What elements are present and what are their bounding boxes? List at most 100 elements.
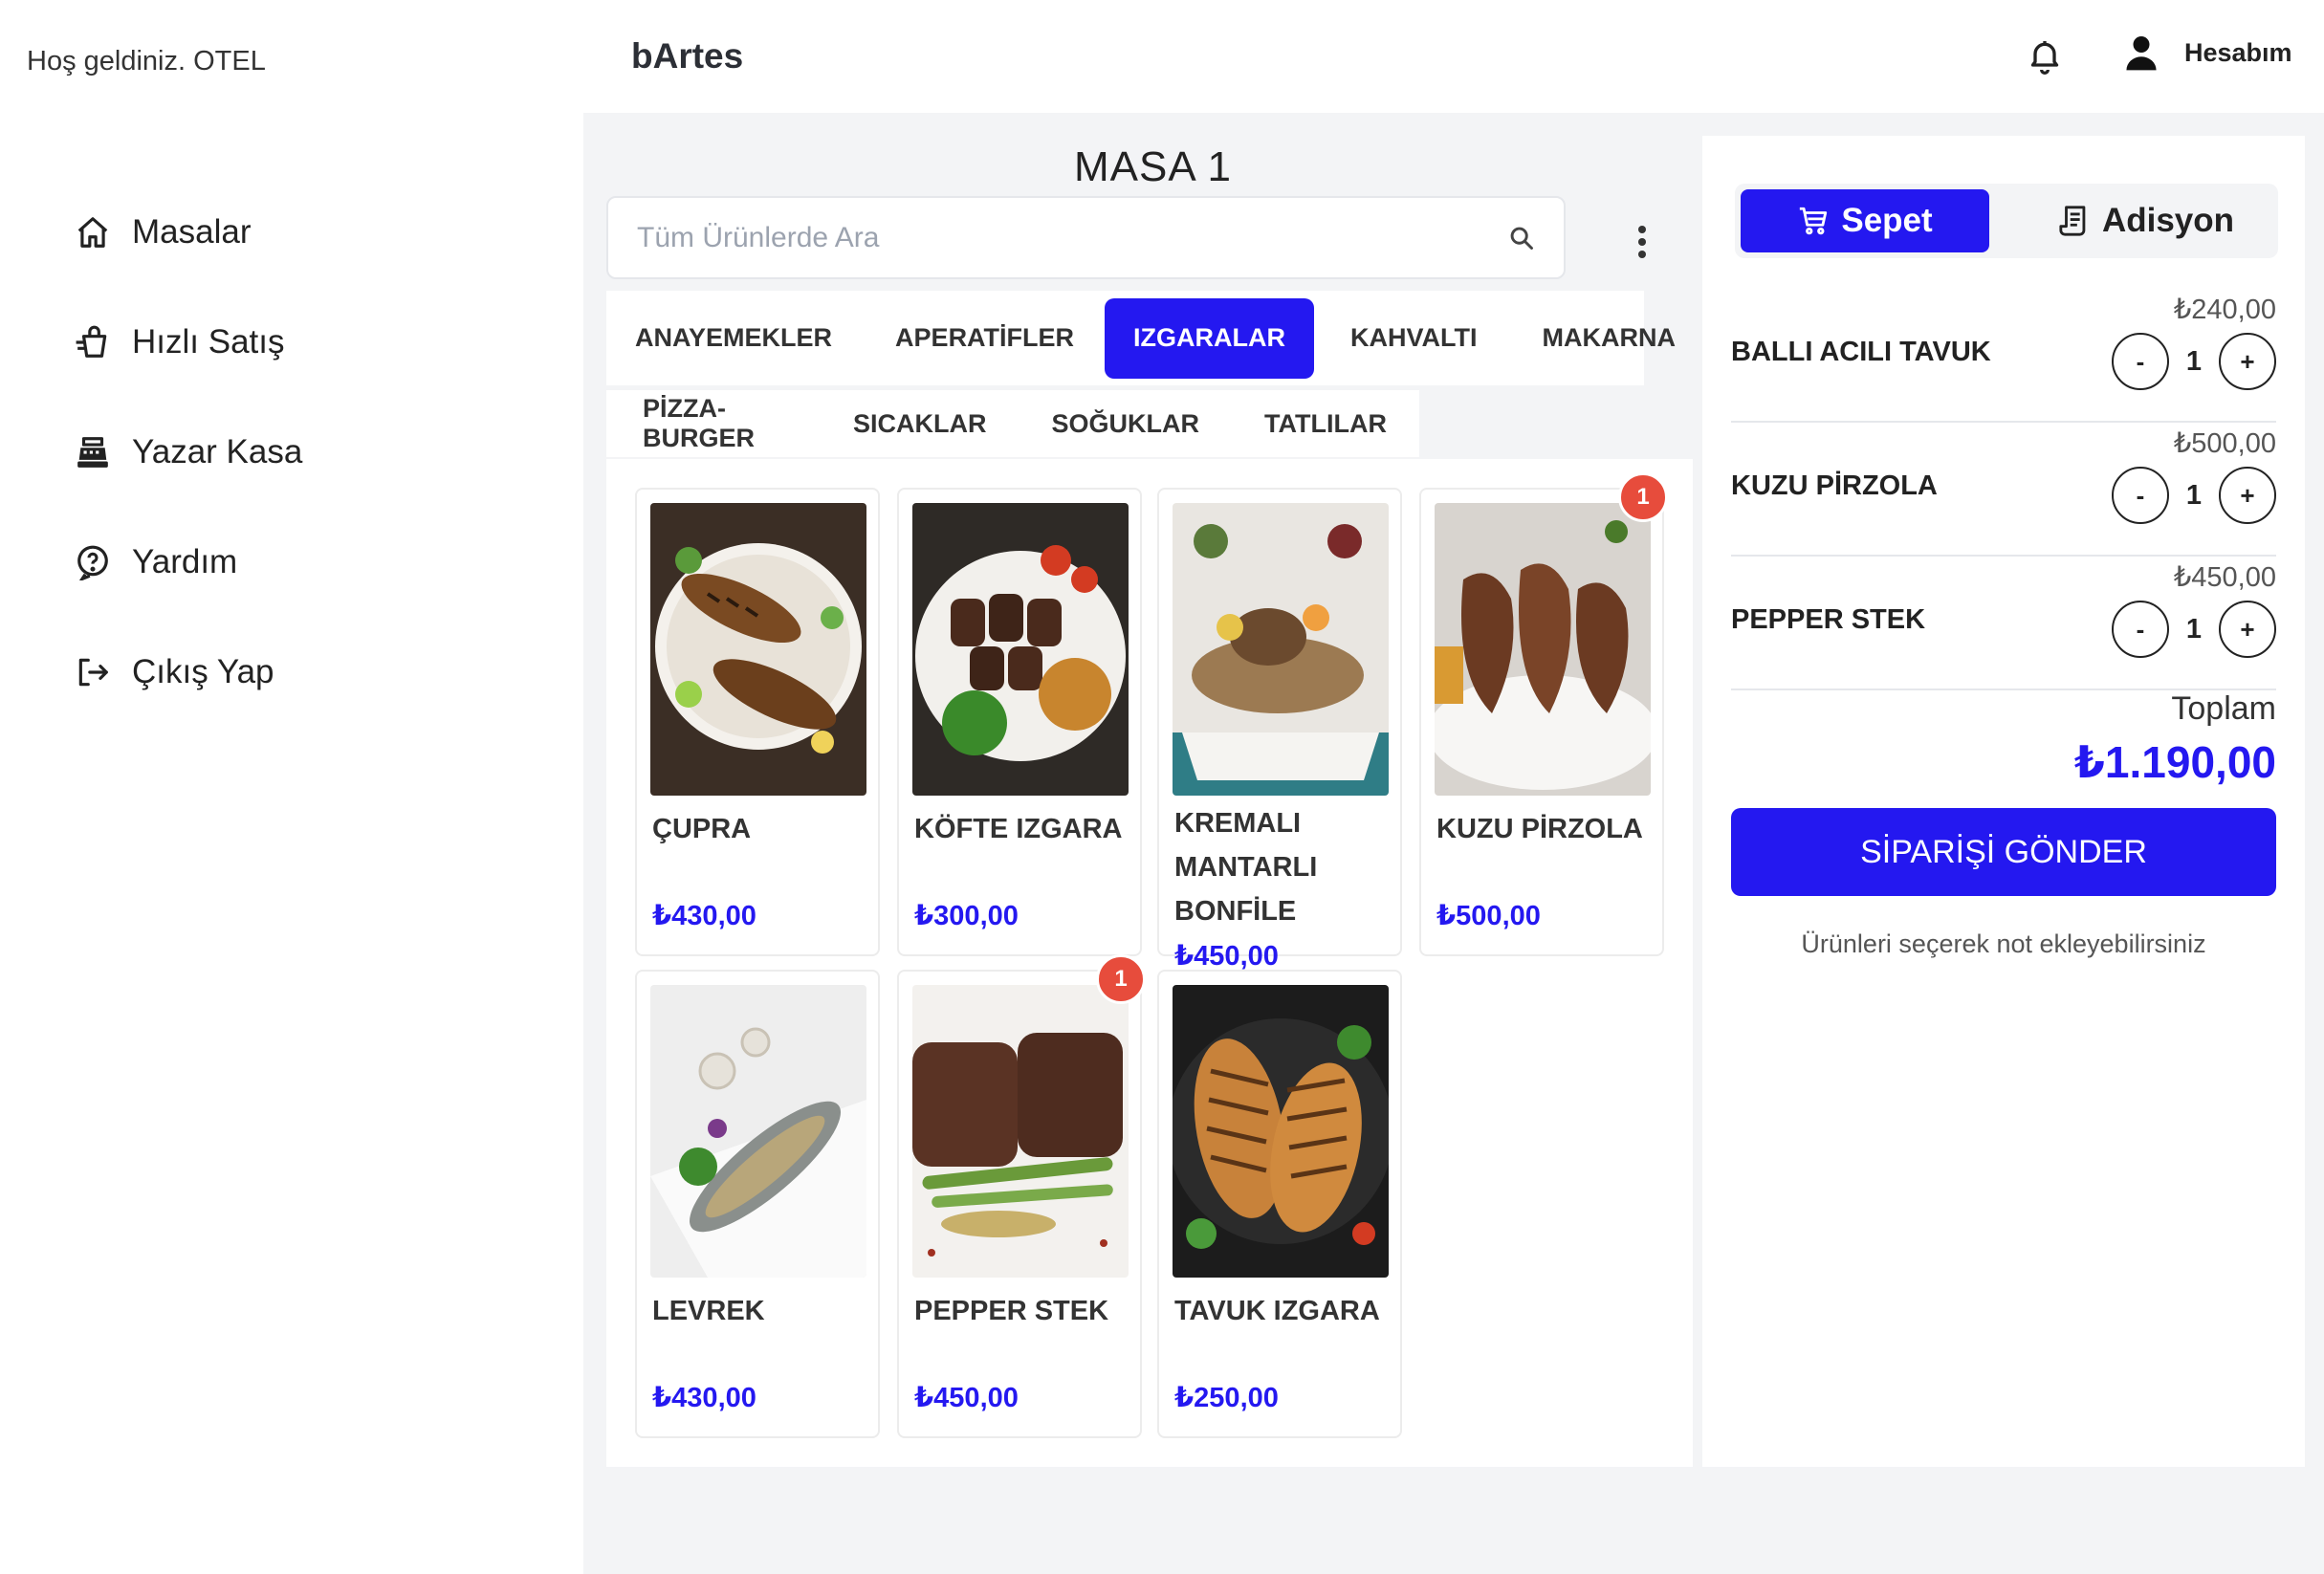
category-tab-tatlilar[interactable]: TATLILAR (1232, 392, 1419, 455)
category-tab-aperatifler[interactable]: APERATİFLER (861, 298, 1105, 379)
product-image-levrek (650, 985, 866, 1278)
bell-icon[interactable] (2026, 36, 2064, 75)
cart-item: BALLI ACILI TAVUK ₺240,00 - 1 + (1731, 289, 2276, 423)
user-icon (2126, 36, 2157, 71)
product-quantity-badge: 1 (1096, 954, 1146, 1004)
product-grid: ÇUPRA ₺430,00 KÖFTE IZGARA ₺300,00 KREMA… (606, 459, 1693, 1467)
decrease-quantity-button[interactable]: - (2112, 333, 2169, 390)
product-name: KUZU PİRZOLA (1436, 814, 1643, 844)
account-label: Hesabım (2184, 37, 2292, 67)
product-image-cupra (650, 503, 866, 796)
product-name: TAVUK IZGARA (1174, 1296, 1380, 1326)
product-card-kremali-mantarli-bonfile[interactable]: KREMALI MANTARLI BONFİLE ₺450,00 (1157, 488, 1402, 972)
home-icon (73, 212, 113, 252)
category-tab-pizza-burger[interactable]: PİZZA-BURGER (606, 392, 821, 455)
cash-register-icon (73, 432, 113, 472)
category-tab-soguklar[interactable]: SOĞUKLAR (1019, 392, 1233, 455)
product-image-pepper-stek (912, 985, 1129, 1278)
quantity-stepper: - 1 + (2112, 333, 2276, 390)
search-icon[interactable] (1508, 225, 1535, 251)
search-input[interactable] (637, 221, 1508, 254)
category-tab-sicaklar[interactable]: SICAKLAR (821, 392, 1019, 455)
decrease-quantity-button[interactable]: - (2112, 601, 2169, 658)
cart-item-name: BALLI ACILI TAVUK (1731, 337, 1991, 367)
product-card-kofte-izgara[interactable]: KÖFTE IZGARA ₺300,00 (897, 488, 1142, 956)
sidebar-item-label: Yazar Kasa (132, 432, 303, 470)
quantity-value: 1 (2185, 479, 2203, 511)
page-title: MASA 1 (1074, 143, 1232, 190)
product-name: LEVREK (652, 1296, 765, 1326)
product-name: KREMALI MANTARLI BONFİLE (1174, 808, 1318, 927)
quantity-stepper: - 1 + (2112, 601, 2276, 658)
quantity-stepper: - 1 + (2112, 467, 2276, 524)
sidebar-item-label: Yardım (132, 542, 238, 580)
tab-label: Sepet (1841, 202, 1933, 239)
increase-quantity-button[interactable]: + (2219, 467, 2276, 524)
product-name: ÇUPRA (652, 814, 752, 844)
sidebar-item-hizli-satis[interactable]: Hızlı Satış (73, 287, 302, 397)
sidebar-item-masalar[interactable]: Masalar (73, 177, 302, 287)
total-label: Toplam (2171, 690, 2276, 727)
increase-quantity-button[interactable]: + (2219, 601, 2276, 658)
product-price: ₺250,00 (1174, 1383, 1279, 1413)
sidebar: Hoş geldiniz. OTEL Masalar Hızlı Satış Y… (0, 0, 583, 1574)
cart-item-price: ₺500,00 (2173, 428, 2276, 459)
sidebar-item-label: Hızlı Satış (132, 322, 285, 361)
tab-sepet[interactable]: Sepet (1741, 189, 1989, 252)
cart-view-toggle: Sepet Adisyon (1735, 184, 2278, 258)
quick-sale-icon (73, 322, 113, 362)
product-card-cupra[interactable]: ÇUPRA ₺430,00 (635, 488, 880, 956)
sidebar-item-label: Masalar (132, 212, 252, 251)
category-tab-kahvalti[interactable]: KAHVALTI (1314, 298, 1513, 379)
product-card-pepper-stek[interactable]: PEPPER STEK ₺450,00 (897, 970, 1142, 1438)
sidebar-nav: Masalar Hızlı Satış Yazar Kasa Yardım Çı… (73, 177, 302, 727)
category-tab-anayemekler[interactable]: ANAYEMEKLER (606, 298, 861, 379)
send-order-button[interactable]: SİPARİŞİ GÖNDER (1731, 808, 2276, 896)
more-options-icon[interactable] (1635, 226, 1649, 258)
receipt-icon (2059, 206, 2086, 236)
product-image-kremali-mantarli-bonfile (1173, 503, 1389, 796)
account-menu[interactable]: Hesabım (2125, 34, 2292, 71)
main-area: MASA 1 ANAYEMEKLER APERATİFLER IZGARALAR… (583, 113, 2324, 1574)
category-tabs-row-1: ANAYEMEKLER APERATİFLER IZGARALAR KAHVAL… (606, 291, 1676, 385)
cart-panel: Sepet Adisyon BALLI ACILI TAVUK ₺240,00 … (1702, 136, 2305, 1467)
brand-logo: bArtes (631, 36, 744, 76)
product-image-tavuk-izgara (1173, 985, 1389, 1278)
product-card-kuzu-pirzola[interactable]: KUZU PİRZOLA ₺500,00 (1419, 488, 1664, 956)
product-price: ₺300,00 (914, 901, 1019, 931)
sidebar-item-yazar-kasa[interactable]: Yazar Kasa (73, 397, 302, 507)
total-value: ₺1.190,00 (2073, 737, 2276, 787)
increase-quantity-button[interactable]: + (2219, 333, 2276, 390)
tab-label: Adisyon (2101, 202, 2235, 239)
help-icon (73, 542, 113, 582)
category-tab-izgaralar[interactable]: IZGARALAR (1105, 297, 1315, 379)
product-quantity-badge: 1 (1618, 472, 1668, 522)
quantity-value: 1 (2185, 345, 2203, 377)
product-name: KÖFTE IZGARA (914, 814, 1123, 844)
sidebar-item-yardim[interactable]: Yardım (73, 507, 302, 617)
product-name: PEPPER STEK (914, 1296, 1109, 1326)
cart-item-price: ₺450,00 (2173, 562, 2276, 593)
product-card-levrek[interactable]: LEVREK ₺430,00 (635, 970, 880, 1438)
product-price: ₺430,00 (652, 1383, 756, 1413)
top-header: bArtes Hesabım (583, 0, 2324, 113)
category-tab-makarna[interactable]: MAKARNA (1514, 298, 1704, 379)
cart-item-name: PEPPER STEK (1731, 604, 1926, 635)
product-price: ₺430,00 (652, 901, 756, 931)
product-card-tavuk-izgara[interactable]: TAVUK IZGARA ₺250,00 (1157, 970, 1402, 1438)
product-price: ₺500,00 (1436, 901, 1541, 931)
search-box (606, 196, 1566, 279)
product-image-kofte-izgara (912, 503, 1129, 796)
product-price: ₺450,00 (914, 1383, 1019, 1413)
order-note-hint: Ürünleri seçerek not ekleyebilirsiniz (1801, 929, 2206, 958)
cart-item-name: KUZU PİRZOLA (1731, 470, 1938, 501)
product-price: ₺450,00 (1174, 941, 1279, 972)
tab-adisyon[interactable]: Adisyon (2022, 189, 2270, 252)
cart-item: PEPPER STEK ₺450,00 - 1 + (1731, 557, 2276, 690)
decrease-quantity-button[interactable]: - (2112, 467, 2169, 524)
quantity-value: 1 (2185, 613, 2203, 645)
product-image-kuzu-pirzola (1435, 503, 1651, 796)
sidebar-item-cikis-yap[interactable]: Çıkış Yap (73, 617, 302, 727)
cart-item-price: ₺240,00 (2173, 295, 2276, 325)
cart-icon (1800, 207, 1828, 235)
